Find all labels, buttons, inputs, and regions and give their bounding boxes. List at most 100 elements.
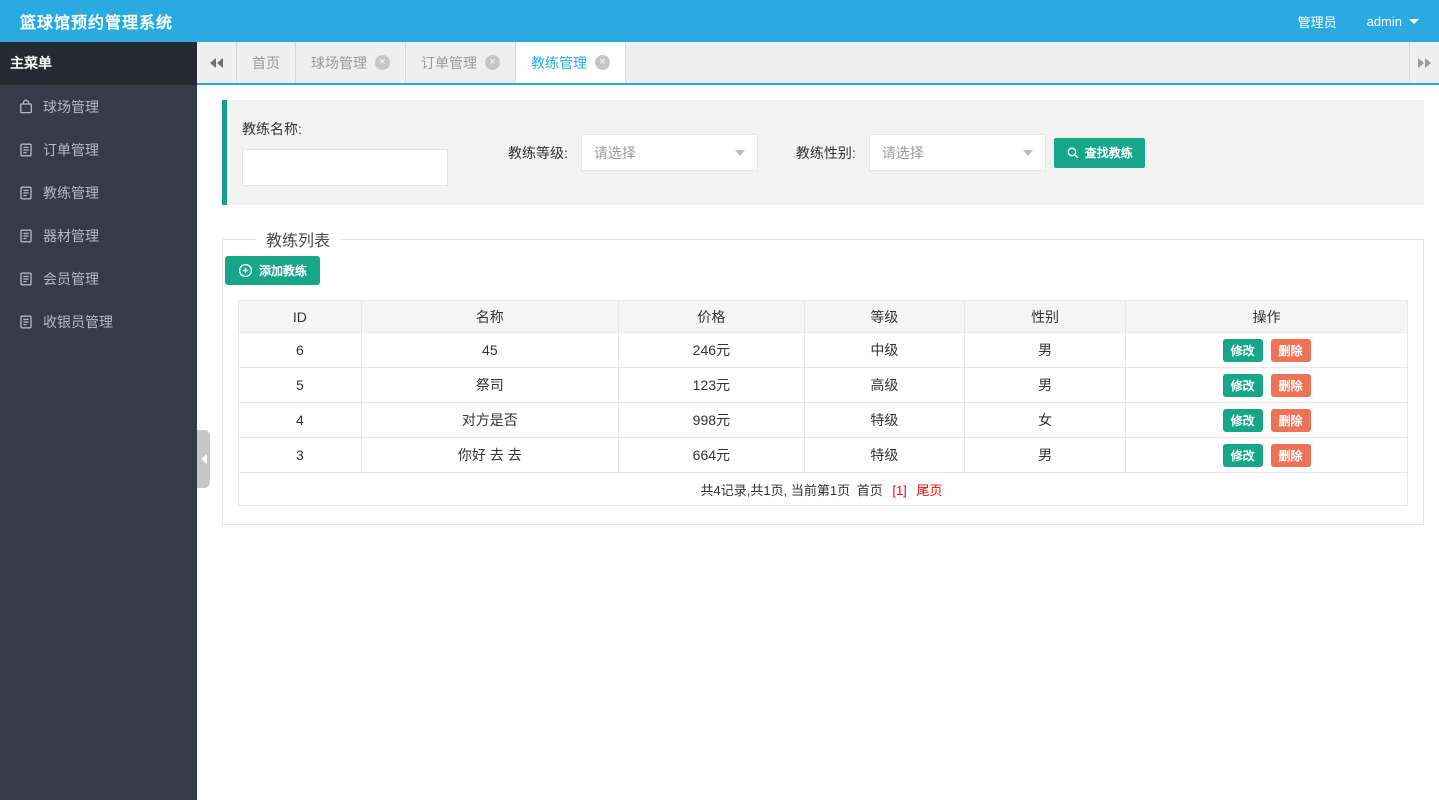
delete-button[interactable]: 删除 [1270, 443, 1311, 467]
pagination-row: 共4记录,共1页, 当前第1页 首页 [1] 尾页 [238, 472, 1408, 506]
tab-close-icon[interactable] [375, 55, 390, 70]
column-header: ID [238, 300, 362, 333]
tab-label: 教练管理 [531, 54, 587, 71]
coach-gender-label: 教练性别: [795, 144, 856, 161]
sidebar-item-label: 教练管理 [43, 184, 99, 201]
table-row: 3 你好 去 去 664元 特级 男 修改 删除 [238, 437, 1408, 473]
coach-name-label: 教练名称: [242, 121, 302, 137]
cell-actions: 修改 删除 [1125, 367, 1408, 403]
search-coach-button-label: 查找教练 [1084, 146, 1133, 160]
cell-level: 特级 [803, 402, 965, 438]
coach-level-select[interactable]: 请选择 [580, 134, 758, 171]
tab[interactable]: 首页 [237, 42, 296, 83]
sidebar: 主菜单 球场管理 订单管理 教练管理 器材管理 会员管理 收银员管理 [0, 42, 197, 800]
sidebar-item[interactable]: 收银员管理 [0, 300, 197, 343]
select-arrow-icon [734, 149, 745, 156]
table-row: 5 祭司 123元 高级 男 修改 删除 [238, 367, 1408, 403]
tab[interactable]: 球场管理 [296, 42, 406, 83]
doc-icon [18, 142, 34, 158]
sidebar-item[interactable]: 会员管理 [0, 257, 197, 300]
doc-icon [18, 228, 34, 244]
coach-list-box: 教练列表 添加教练 ID 名称 价格 等级 性别 操作 6 45 246元 中级 男 修改… [222, 227, 1424, 525]
cell-name: 45 [360, 332, 619, 368]
column-header: 价格 [617, 300, 805, 333]
cell-price: 664元 [617, 437, 805, 473]
plus-circle-icon [238, 263, 253, 278]
coach-name-input[interactable] [242, 149, 448, 186]
cell-gender: 男 [963, 437, 1127, 473]
cell-price: 123元 [617, 367, 805, 403]
chevron-down-icon [1409, 18, 1419, 24]
sidebar-item[interactable]: 订单管理 [0, 128, 197, 171]
tabs-scroll-left-icon[interactable] [197, 42, 237, 83]
table-row: 6 45 246元 中级 男 修改 删除 [238, 332, 1408, 368]
doc-icon [18, 271, 34, 287]
sidebar-item-label: 器材管理 [43, 227, 99, 244]
sidebar-item[interactable]: 器材管理 [0, 214, 197, 257]
sidebar-item-label: 收银员管理 [43, 313, 113, 330]
cell-name: 你好 去 去 [360, 437, 619, 473]
sidebar-item[interactable]: 教练管理 [0, 171, 197, 214]
doc-icon [18, 314, 34, 330]
tab-bar: 首页 球场管理 订单管理 教练管理 [197, 42, 1439, 85]
pagination-first-link[interactable]: 首页 [857, 483, 883, 498]
edit-button[interactable]: 修改 [1222, 373, 1263, 397]
bag-icon [18, 99, 34, 115]
coach-level-label: 教练等级: [508, 144, 568, 161]
coach-list-legend: 教练列表 [266, 233, 331, 250]
delete-button[interactable]: 删除 [1270, 408, 1311, 432]
coach-gender-select[interactable]: 请选择 [868, 134, 1046, 171]
sidebar-item-label: 订单管理 [43, 141, 99, 158]
edit-button[interactable]: 修改 [1222, 443, 1263, 467]
app-title: 篮球馆预约管理系统 [20, 15, 174, 32]
cell-id: 3 [238, 437, 362, 473]
tabs-scroll-right-icon[interactable] [1409, 42, 1439, 83]
cell-level: 特级 [803, 437, 965, 473]
tab-label: 球场管理 [311, 54, 367, 71]
sidebar-menu: 球场管理 订单管理 教练管理 器材管理 会员管理 收银员管理 [0, 85, 197, 343]
pagination-last-link[interactable]: 尾页 [916, 483, 942, 498]
cell-name: 祭司 [360, 367, 619, 403]
pagination-current-page[interactable]: [1] [892, 483, 906, 498]
cell-id: 6 [238, 332, 362, 368]
edit-button[interactable]: 修改 [1222, 408, 1263, 432]
user-menu[interactable]: admin [1367, 14, 1419, 29]
coach-search-panel: 教练名称: 教练等级: 请选择 教练性别: 请选择 查找教练 [222, 100, 1424, 205]
doc-icon [18, 185, 34, 201]
column-header: 操作 [1125, 300, 1408, 333]
coach-gender-selected-value: 请选择 [881, 144, 924, 161]
search-icon [1067, 146, 1079, 158]
table-row: 4 对方是否 998元 特级 女 修改 删除 [238, 402, 1408, 438]
sidebar-item-label: 会员管理 [43, 270, 99, 287]
sidebar-item[interactable]: 球场管理 [0, 85, 197, 128]
cell-level: 高级 [803, 367, 965, 403]
cell-name: 对方是否 [360, 402, 619, 438]
tab-label: 订单管理 [421, 54, 477, 71]
column-header: 等级 [803, 300, 965, 333]
sidebar-collapse-handle[interactable] [197, 430, 210, 488]
column-header: 名称 [360, 300, 619, 333]
search-coach-button[interactable]: 查找教练 [1053, 137, 1145, 168]
cell-price: 246元 [617, 332, 805, 368]
pagination-summary: 共4记录,共1页, 当前第1页 [700, 482, 851, 498]
cell-actions: 修改 删除 [1125, 402, 1408, 438]
column-header: 性别 [963, 300, 1127, 333]
tab[interactable]: 订单管理 [406, 42, 516, 83]
tab-label: 首页 [252, 54, 280, 71]
user-role-label: 管理员 [1297, 14, 1337, 30]
chevron-left-icon [200, 454, 207, 464]
delete-button[interactable]: 删除 [1270, 338, 1311, 362]
tab-close-icon[interactable] [595, 55, 610, 70]
cell-gender: 男 [963, 367, 1127, 403]
tab-close-icon[interactable] [485, 55, 500, 70]
delete-button[interactable]: 删除 [1270, 373, 1311, 397]
add-coach-button[interactable]: 添加教练 [225, 256, 321, 285]
coach-level-selected-value: 请选择 [593, 144, 636, 161]
add-coach-button-label: 添加教练 [259, 264, 308, 278]
cell-price: 998元 [617, 402, 805, 438]
tab[interactable]: 教练管理 [516, 42, 626, 83]
edit-button[interactable]: 修改 [1222, 338, 1263, 362]
cell-gender: 女 [963, 402, 1127, 438]
top-header: 篮球馆预约管理系统 管理员 admin [0, 0, 1439, 42]
cell-actions: 修改 删除 [1125, 437, 1408, 473]
